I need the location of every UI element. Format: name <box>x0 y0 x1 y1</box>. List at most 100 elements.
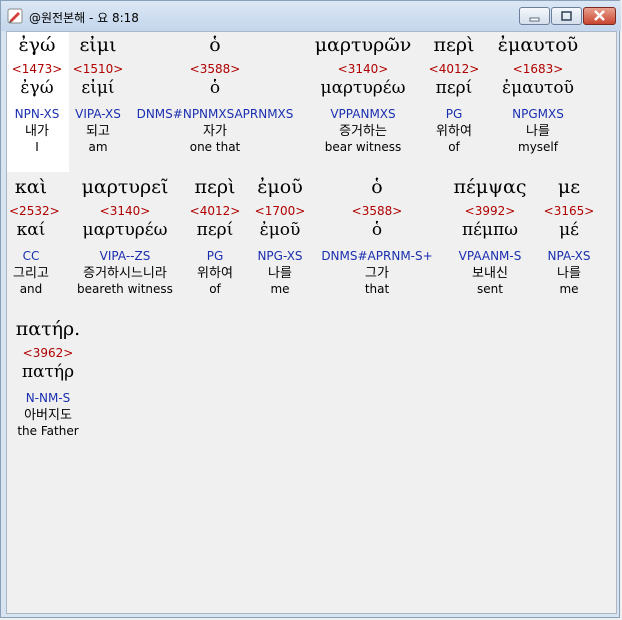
greek-word: περὶ <box>194 176 236 198</box>
lexical-form: ὁ <box>371 220 383 240</box>
strongs-number: <2532> <box>9 204 60 218</box>
strongs-number: <1510> <box>72 62 124 76</box>
lexical-form: περί <box>435 78 473 98</box>
english-gloss: I <box>35 140 39 154</box>
korean-gloss: 내가 <box>25 124 49 139</box>
word-block[interactable]: ὁ <3588> ὁ DNMS#NPNMXSAPRNMXS 자가 one tha… <box>135 34 295 154</box>
parsing-code: NPGMXS <box>512 107 564 121</box>
word-block[interactable]: περὶ <4012> περί PG 위하여 of <box>187 176 243 296</box>
greek-word: πέμψας <box>453 176 527 198</box>
lexical-form: ἐγώ <box>20 78 54 98</box>
app-window: @원전본해 - 요 8:18 ἐγώ <1473> ἐγώ NPN-XS 내가 … <box>0 0 621 618</box>
english-gloss: me <box>270 282 290 296</box>
lexical-form: πατήρ <box>21 362 75 382</box>
greek-word: περὶ <box>433 34 475 56</box>
word-block[interactable]: εἰμι <1510> εἰμί VIPA-XS 되고 am <box>69 34 127 154</box>
english-gloss: the Father <box>17 424 79 438</box>
korean-gloss: 나를 <box>526 124 550 139</box>
word-block[interactable]: περὶ <4012> περί PG 위하여 of <box>425 34 483 154</box>
korean-gloss: 나를 <box>557 266 581 281</box>
parsing-code: NPN-XS <box>14 107 60 121</box>
word-block[interactable]: καὶ <2532> καί CC 그리고 and <box>9 176 60 296</box>
korean-gloss: 그리고 <box>13 266 49 281</box>
greek-word: ἐγώ <box>18 34 56 56</box>
word-block[interactable]: μαρτυρεῖ <3140> μαρτυρέω VIPA--ZS 증거하시느니… <box>67 176 183 296</box>
greek-word: εἰμι <box>79 34 117 56</box>
english-gloss: beareth witness <box>77 282 173 296</box>
parsing-code: N-NM-S <box>25 391 71 405</box>
minimize-icon <box>529 17 540 22</box>
english-gloss: of <box>209 282 221 296</box>
parsing-code: CC <box>22 249 40 263</box>
parsing-code: VPAANM-S <box>458 249 522 263</box>
close-button[interactable] <box>583 7 616 25</box>
greek-word: ἐμαυτοῦ <box>497 34 579 56</box>
strongs-number: <3140> <box>337 62 389 76</box>
word-block[interactable]: ἐγώ <1473> ἐγώ NPN-XS 내가 I <box>9 34 65 154</box>
strongs-number: <3165> <box>543 204 595 218</box>
maximize-icon <box>561 11 572 21</box>
english-gloss: me <box>559 282 579 296</box>
strongs-number: <3588> <box>351 204 403 218</box>
app-icon <box>7 8 23 24</box>
lexical-form: πέμπω <box>461 220 519 240</box>
korean-gloss: 증거하시느니라 <box>83 266 167 281</box>
parsing-code: NPA-XS <box>547 249 591 263</box>
word-block[interactable]: ἐμοῦ <1700> ἐμοῦ NPG-XS 나를 me <box>247 176 313 296</box>
lexical-form: μέ <box>559 220 579 240</box>
korean-gloss: 나를 <box>268 266 292 281</box>
strongs-number: <3588> <box>189 62 241 76</box>
korean-gloss: 위하여 <box>197 266 233 281</box>
english-gloss: am <box>88 140 108 154</box>
lexical-form: εἰμί <box>81 78 115 98</box>
word-block[interactable]: ὁ <3588> ὁ DNMS#APRNM-S+ 그가 that <box>317 176 437 296</box>
english-gloss: and <box>19 282 43 296</box>
strongs-number: <1683> <box>512 62 564 76</box>
minimize-button[interactable] <box>519 7 550 25</box>
word-block[interactable]: πατήρ. <3962> πατήρ N-NM-S 아버지도 the Fath… <box>9 318 87 438</box>
word-block[interactable]: ἐμαυτοῦ <1683> ἐμαυτοῦ NPGMXS 나를 myself <box>489 34 587 154</box>
english-gloss: sent <box>477 282 503 296</box>
lexical-form: μαρτυρέω <box>320 78 406 98</box>
lexical-form: ὁ <box>209 78 221 98</box>
korean-gloss: 그가 <box>365 266 389 281</box>
greek-word: μαρτυρεῖ <box>81 176 169 198</box>
greek-word: ἐμοῦ <box>257 176 303 198</box>
greek-word: καὶ <box>14 176 48 198</box>
english-gloss: of <box>448 140 460 154</box>
greek-word: ὁ <box>371 176 383 198</box>
parsing-code: PG <box>445 107 463 121</box>
greek-word: μαρτυρῶν <box>314 34 412 56</box>
lexical-form: ἐμαυτοῦ <box>502 78 574 98</box>
word-block[interactable]: πέμψας <3992> πέμπω VPAANM-S 보내신 sent <box>447 176 533 296</box>
lexical-form: ἐμοῦ <box>259 220 301 240</box>
title-bar[interactable]: @원전본해 - 요 8:18 <box>1 1 621 31</box>
english-gloss: myself <box>518 140 558 154</box>
strongs-number: <1700> <box>254 204 306 218</box>
lexical-form: μαρτυρέω <box>82 220 168 240</box>
lexical-form: καί <box>16 220 46 240</box>
korean-gloss: 자가 <box>203 124 227 139</box>
greek-word: με <box>557 176 581 198</box>
korean-gloss: 위하여 <box>436 124 472 139</box>
strongs-number: <3992> <box>464 204 516 218</box>
korean-gloss: 되고 <box>86 124 110 139</box>
word-block[interactable]: μαρτυρῶν <3140> μαρτυρέω VPPANMXS 증거하는 b… <box>307 34 419 154</box>
english-gloss: bear witness <box>324 140 402 154</box>
lexical-form: περί <box>196 220 234 240</box>
parsing-code: VIPA--ZS <box>99 249 151 263</box>
strongs-number: <3140> <box>99 204 151 218</box>
strongs-number: <3962> <box>22 346 74 360</box>
strongs-number: <4012> <box>189 204 241 218</box>
window-title: @원전본해 - 요 8:18 <box>29 11 139 25</box>
parsing-code: DNMS#NPNMXSAPRNMXS <box>136 107 294 121</box>
maximize-button[interactable] <box>551 7 582 25</box>
parsing-code: DNMS#APRNM-S+ <box>321 249 433 263</box>
word-block[interactable]: με <3165> μέ NPA-XS 나를 me <box>539 176 599 296</box>
interlinear-pane[interactable]: ἐγώ <1473> ἐγώ NPN-XS 내가 I εἰμι <1510> ε… <box>6 31 617 614</box>
close-icon <box>594 10 605 21</box>
english-gloss: one that <box>189 140 241 154</box>
strongs-number: <4012> <box>428 62 480 76</box>
english-gloss: that <box>364 282 390 296</box>
greek-word: ὁ <box>209 34 221 56</box>
